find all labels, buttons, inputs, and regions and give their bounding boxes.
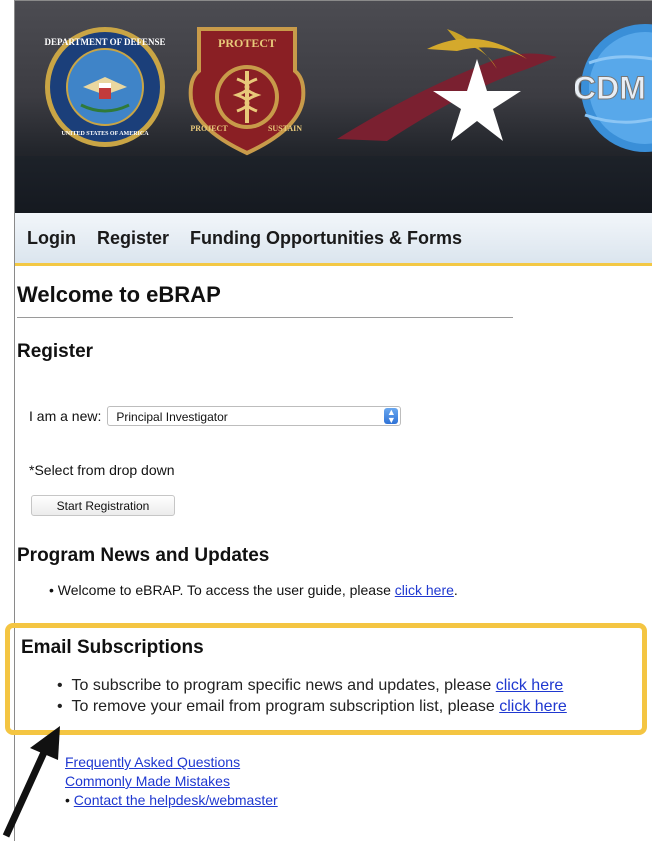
bullet-icon: •: [57, 698, 72, 715]
banner-dark-band: [15, 156, 652, 213]
header-banner: DEPARTMENT OF DEFENSE UNITED STATES OF A…: [15, 1, 652, 213]
user-guide-link[interactable]: click here: [395, 582, 454, 598]
register-heading: Register: [17, 341, 94, 362]
unsubscribe-link[interactable]: click here: [499, 698, 567, 715]
department-of-defense-seal: DEPARTMENT OF DEFENSE UNITED STATES OF A…: [44, 27, 166, 147]
protect-seal-right-text: SUSTAIN: [268, 124, 302, 133]
common-mistakes-link[interactable]: Commonly Made Mistakes: [65, 773, 230, 789]
browser-page: DEPARTMENT OF DEFENSE UNITED STATES OF A…: [5, 0, 652, 841]
dod-seal-bottom-text: UNITED STATES OF AMERICA: [61, 131, 149, 137]
nav-funding-opportunities[interactable]: Funding Opportunities & Forms: [190, 228, 462, 249]
helpdesk-link[interactable]: Contact the helpdesk/webmaster: [74, 792, 278, 808]
subscribe-item: • To subscribe to program specific news …: [57, 677, 563, 695]
select-hint: *Select from drop down: [29, 462, 175, 478]
protect-seal-top-text: PROTECT: [218, 36, 276, 50]
user-type-select[interactable]: Principal Investigator ▲ ▼: [107, 406, 402, 426]
page-title: Welcome to eBRAP: [17, 282, 221, 307]
protect-seal-left-text: PROJECT: [190, 124, 228, 133]
cdmrp-logo: CDM: [575, 24, 652, 152]
email-subscriptions-heading: Email Subscriptions: [21, 637, 204, 658]
unsubscribe-item-text: To remove your email from program subscr…: [71, 698, 500, 715]
main-nav: Login Register Funding Opportunities & F…: [15, 213, 652, 266]
subscribe-item-text: To subscribe to program specific news an…: [71, 677, 496, 694]
news-item: • Welcome to eBRAP. To access the user g…: [49, 582, 458, 598]
nav-register[interactable]: Register: [97, 228, 169, 249]
news-item-period: .: [453, 582, 458, 598]
footer-links: Frequently Asked Questions Commonly Made…: [65, 753, 278, 810]
protect-project-sustain-seal: PROTECT PROJECT SUSTAIN: [188, 27, 306, 156]
register-row: I am a new: Principal Investigator ▲ ▼: [29, 406, 402, 426]
cdmrp-logo-text: CDM: [575, 70, 646, 106]
star-eagle-logo: [337, 29, 557, 141]
annotation-arrow-icon: [2, 726, 60, 838]
nav-login[interactable]: Login: [27, 228, 76, 249]
news-heading: Program News and Updates: [17, 545, 270, 566]
start-registration-button[interactable]: Start Registration: [31, 495, 175, 516]
dod-seal-ring-text: DEPARTMENT OF DEFENSE: [44, 37, 165, 47]
bullet-icon: •: [49, 582, 58, 598]
user-type-label: I am a new:: [29, 408, 102, 424]
title-divider: [17, 317, 513, 318]
subscribe-link[interactable]: click here: [496, 677, 564, 694]
unsubscribe-item: • To remove your email from program subs…: [57, 698, 567, 716]
faq-link[interactable]: Frequently Asked Questions: [65, 754, 240, 770]
news-item-text: Welcome to eBRAP. To access the user gui…: [57, 582, 395, 598]
select-arrows-icon: ▲ ▼: [384, 408, 399, 425]
bullet-icon: •: [57, 677, 72, 694]
user-type-selected-value: Principal Investigator: [116, 410, 228, 424]
